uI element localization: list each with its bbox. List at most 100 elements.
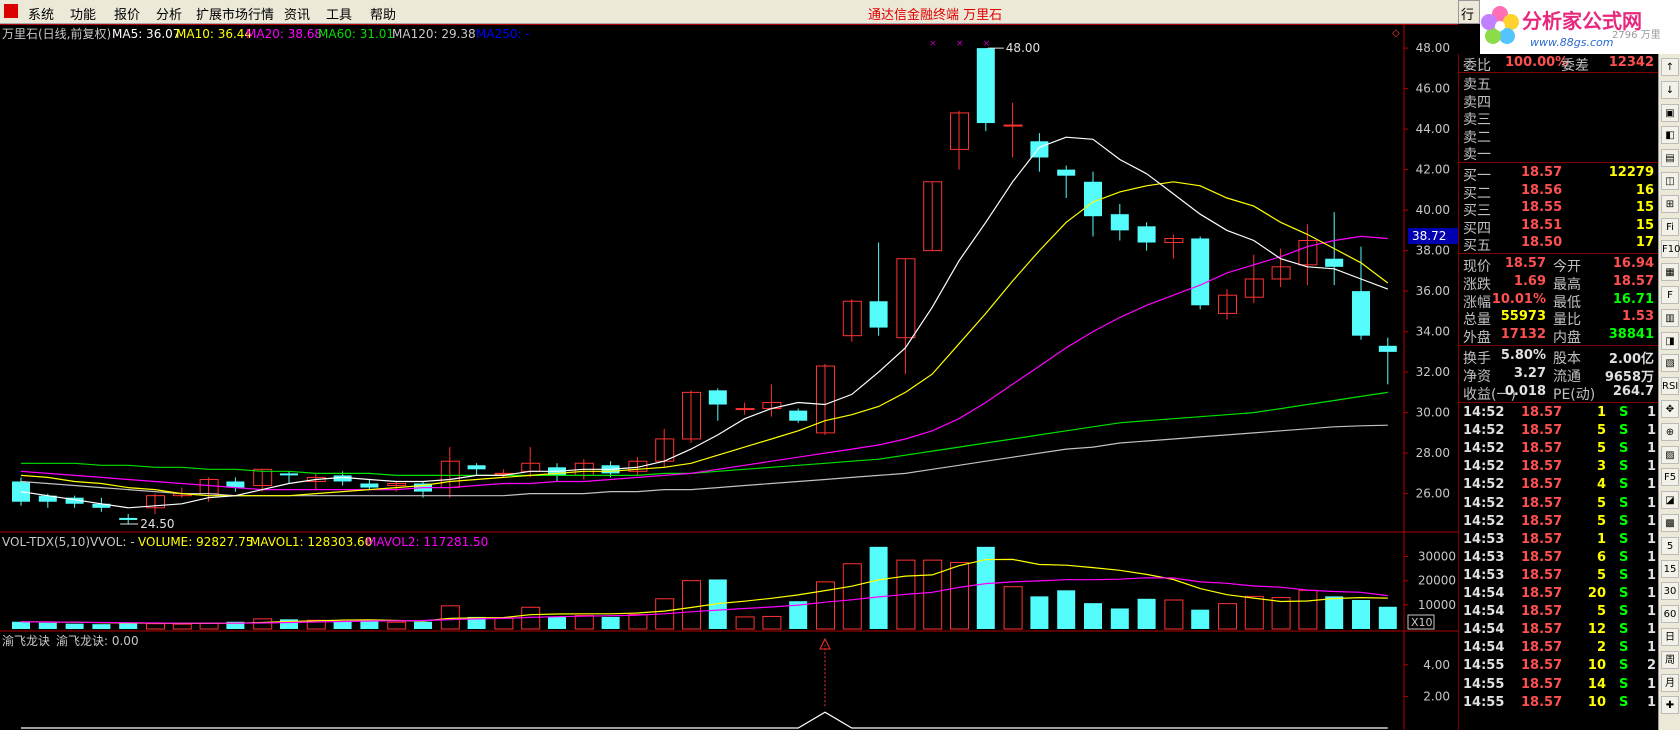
candle-down	[1191, 238, 1210, 306]
toolbar-button-16[interactable]: ⊕	[1661, 422, 1679, 441]
menu-item-4[interactable]: 扩展市场行情	[196, 4, 274, 23]
toolbar-button-6[interactable]: ⊞	[1661, 194, 1679, 213]
tick-volume: 5	[1596, 513, 1606, 529]
toolbar-button-25[interactable]: 日	[1661, 628, 1679, 646]
ma120-label: MA120: 29.38	[392, 27, 476, 41]
toolbar-button-11[interactable]: ▥	[1661, 308, 1679, 327]
toolbar-button-19[interactable]: ◪	[1661, 491, 1679, 510]
menu-item-2[interactable]: 报价	[114, 4, 140, 23]
toolbar-button-5[interactable]: ◫	[1661, 172, 1679, 190]
buy-level-volume: 17	[1635, 235, 1654, 250]
tick-price: 18.57	[1521, 549, 1563, 565]
candle-up	[735, 408, 755, 411]
tick-side: S	[1619, 531, 1629, 547]
volume-bar-down	[38, 622, 57, 629]
candle-down	[1378, 345, 1397, 352]
indicator-value-label: 渝飞龙诀: 0.00	[56, 633, 139, 648]
buy-level-price: 18.51	[1521, 217, 1563, 233]
tick-time: 14:52	[1463, 459, 1505, 475]
candle-down	[1110, 214, 1129, 231]
menu-item-0[interactable]: 系统	[28, 4, 54, 23]
menu-item-6[interactable]: 工具	[326, 4, 352, 23]
candle-down	[976, 48, 995, 124]
volume-bar-down	[92, 624, 111, 629]
chart-area[interactable]: 48.00 46.00 44.00 42.00 40.00 38.00 36.00 34.00…	[0, 24, 1458, 730]
tick-count: 2	[1646, 658, 1656, 674]
logo-graphic: 分析家公式网 www.88gs.com 2796 万里	[1481, 6, 1661, 49]
menu-item-3[interactable]: 分析	[156, 4, 182, 23]
toolbar-button-18[interactable]: F5	[1661, 468, 1679, 487]
stat-value: 18.57	[1612, 273, 1654, 289]
toolbar-button-13[interactable]: ▧	[1661, 354, 1679, 373]
app-logo-icon[interactable]	[4, 4, 18, 18]
menu-item-1[interactable]: 功能	[70, 4, 96, 23]
indicator-axis-label: 2.00	[1423, 689, 1450, 703]
toolbar-button-26[interactable]: 周	[1661, 650, 1679, 669]
toolbar-button-17[interactable]: ▨	[1661, 445, 1679, 464]
tick-price: 18.57	[1521, 586, 1563, 601]
toolbar-button-22[interactable]: 15	[1661, 559, 1679, 578]
ma5-label: MA5: 36.07	[112, 27, 180, 41]
toolbar-button-2[interactable]: ▣	[1661, 103, 1679, 122]
tick-volume: 14	[1587, 676, 1606, 692]
toolbar-button-21[interactable]: 5	[1661, 536, 1679, 555]
tick-side: S	[1619, 694, 1629, 710]
buy-level-volume: 12279	[1608, 165, 1654, 180]
tick-count: 1	[1646, 622, 1656, 638]
toolbar-button-0[interactable]: ↑	[1661, 58, 1679, 76]
candle-up	[1003, 124, 1023, 127]
stat-value: 38841	[1608, 327, 1654, 343]
volume-bar-down	[1378, 606, 1397, 629]
price-axis-label: 42.00	[1416, 163, 1450, 177]
toolbar-button-14[interactable]: RSI	[1661, 377, 1679, 396]
price-axis-label: 30.00	[1416, 406, 1450, 420]
tick-time: 14:52	[1463, 405, 1505, 420]
right-toolbar: ↑ ↓ ▣ ◧ ▤ ◫ ⊞ Fi F10 ▦ F ▥ ◨ ▧ RSI ✥ ⊕ ▨ F5 ◪ ▩ 5 15 30 60 日周月 ✚	[1658, 54, 1680, 730]
toolbar-button-4[interactable]: ▤	[1661, 149, 1679, 168]
tick-price: 18.57	[1521, 694, 1563, 710]
volume-bar-down	[414, 621, 432, 629]
volume-bar-down	[333, 621, 352, 629]
toolbar-button-27[interactable]: 月	[1661, 673, 1679, 692]
tick-time: 14:54	[1463, 586, 1505, 601]
toolbar-button-1[interactable]: ↓	[1661, 80, 1679, 99]
price-axis-label: 28.00	[1416, 446, 1450, 460]
volume-bar-down	[1137, 598, 1156, 629]
menu-item-5[interactable]: 资讯	[284, 4, 310, 23]
toolbar-button-20[interactable]: ▩	[1661, 514, 1679, 532]
tick-side: S	[1619, 423, 1629, 439]
tick-count: 1	[1646, 549, 1656, 565]
mavol1-label: MAVOL1: 128303.60	[250, 535, 372, 549]
toolbar-button-15[interactable]: ✥	[1661, 400, 1679, 418]
high-price-label: 48.00	[1006, 41, 1040, 55]
volume-axis-label: 10000	[1418, 598, 1456, 612]
tick-volume: 5	[1596, 423, 1606, 439]
menu-item-7[interactable]: 帮助	[370, 4, 396, 23]
toolbar-button-7[interactable]: Fi	[1661, 217, 1679, 236]
tick-volume: 5	[1596, 441, 1606, 457]
tick-volume: 2	[1596, 640, 1606, 656]
toolbar-button-9[interactable]: ▦	[1661, 263, 1679, 282]
toolbar-button-10[interactable]: F	[1661, 286, 1679, 304]
right-tab[interactable]: 行	[1458, 0, 1480, 24]
toolbar-button-24[interactable]: 60	[1661, 605, 1679, 624]
tick-price: 18.57	[1521, 459, 1563, 475]
volume-bar-down	[1352, 600, 1370, 629]
volume-axis-label: 30000	[1418, 550, 1456, 564]
fund-label: PE(动)	[1553, 386, 1596, 403]
toolbar-button-12[interactable]: ◨	[1661, 331, 1679, 350]
tick-time: 14:52	[1463, 441, 1505, 457]
toolbar-button-28[interactable]: ✚	[1661, 696, 1679, 715]
tick-count: 1	[1646, 586, 1656, 601]
volume-unit-label: X10	[1411, 616, 1433, 629]
candle-down	[869, 301, 888, 328]
tick-price: 18.57	[1521, 640, 1563, 656]
toolbar-button-23[interactable]: 30	[1661, 582, 1679, 601]
price-axis-label: 32.00	[1416, 365, 1450, 379]
buy-level-price: 18.57	[1521, 165, 1563, 180]
tick-price: 18.57	[1521, 495, 1563, 511]
tick-volume: 12	[1587, 622, 1606, 638]
toolbar-button-3[interactable]: ◧	[1661, 126, 1679, 145]
toolbar-button-8[interactable]: F10	[1661, 240, 1680, 259]
mavol2-label: MAVOL2: 117281.50	[366, 535, 488, 549]
